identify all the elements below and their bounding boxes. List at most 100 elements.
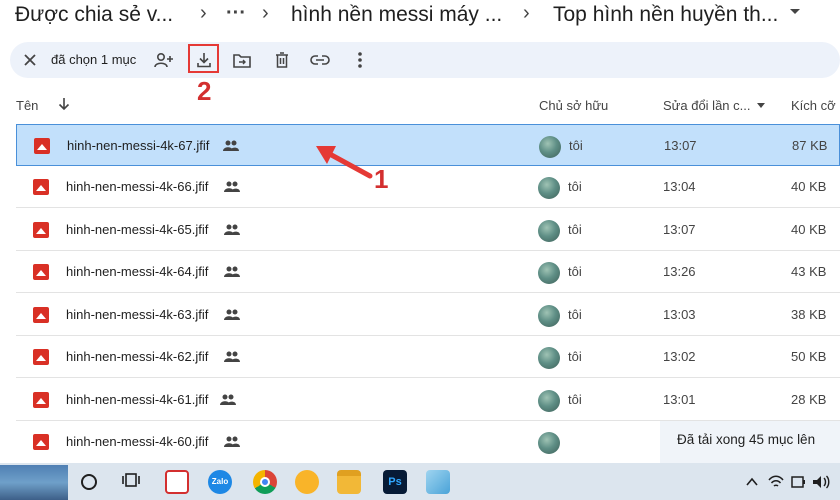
chevron-right-icon: › [523,2,530,24]
modified-dropdown-icon[interactable] [757,103,765,108]
image-file-icon [33,179,49,195]
chrome-icon[interactable] [253,470,277,494]
owner-name: tôi [568,179,582,194]
image-file-icon [34,138,50,154]
chevron-right-icon: › [200,2,207,24]
file-name: hinh-nen-messi-4k-64.jfif [66,264,209,279]
file-name: hinh-nen-messi-4k-62.jfif [66,349,209,364]
shared-icon [220,394,236,405]
photoshop-label: Ps [388,476,402,488]
owner-name: tôi [568,264,582,279]
folder-icon[interactable] [337,470,361,494]
more-breadcrumbs-icon[interactable]: ··· [226,2,246,25]
file-row[interactable]: hinh-nen-messi-4k-67.jfif tôi 13:07 87 K… [16,124,840,166]
annotation-number-1: 1 [374,164,389,194]
app-icon[interactable] [426,470,450,494]
file-name: hinh-nen-messi-4k-65.jfif [66,222,209,237]
selection-count: đã chọn 1 mục [51,52,137,67]
annotation-number-2: 2 [197,76,212,106]
modified-time: 13:04 [663,179,696,194]
zalo-label: Zalo [211,477,229,486]
file-size: 50 KB [791,349,827,364]
owner-avatar [538,305,560,327]
delete-button[interactable] [268,46,296,74]
battery-icon[interactable] [790,474,806,490]
more-vert-icon [358,52,362,68]
zalo-icon[interactable]: Zalo [208,470,232,494]
image-file-icon [33,434,49,450]
app-icon[interactable] [295,470,319,494]
image-file-icon [33,264,49,280]
link-icon [310,55,330,65]
folder-menu-dropdown-icon[interactable] [790,9,800,14]
more-actions-button[interactable] [346,46,374,74]
file-row[interactable]: hinh-nen-messi-4k-65.jfif tôi 13:07 40 K… [16,209,840,251]
breadcrumb-item-shared[interactable]: Được chia sẻ v... [15,3,173,27]
file-name: hinh-nen-messi-4k-61.jfif [66,392,209,407]
file-name: hinh-nen-messi-4k-66.jfif [66,179,209,194]
file-row[interactable]: hinh-nen-messi-4k-62.jfif tôi 13:02 50 K… [16,336,840,378]
column-header-size[interactable]: Kích cỡ [791,98,836,113]
share-button[interactable] [150,46,178,74]
app-icon[interactable] [165,470,189,494]
modified-time: 13:03 [663,307,696,322]
column-header-owner[interactable]: Chủ sở hữu [539,98,608,113]
modified-time: 13:26 [663,264,696,279]
owner-avatar [539,136,561,158]
desktop-thumbnail[interactable] [0,465,68,500]
owner-avatar [538,220,560,242]
search-icon[interactable] [81,474,97,490]
chevron-right-icon: › [262,2,269,24]
shared-icon [224,266,240,277]
breadcrumb-item-folder[interactable]: hình nền messi máy ... [291,3,502,27]
owner-name: tôi [568,392,582,407]
owner-avatar [538,432,560,454]
shared-icon [223,140,239,151]
close-icon [24,54,36,66]
volume-icon[interactable] [812,474,830,490]
owner-avatar [538,262,560,284]
shared-icon [224,224,240,235]
file-name: hinh-nen-messi-4k-67.jfif [67,138,210,153]
annotation-arrow [316,146,373,179]
toast-message: Đã tải xong 45 mục lên [677,432,816,447]
clear-selection-button[interactable] [16,46,44,74]
file-row[interactable]: hinh-nen-messi-4k-61.jfif tôi 13:01 28 K… [16,379,840,421]
shared-icon [224,309,240,320]
trash-icon [276,52,288,68]
file-name: hinh-nen-messi-4k-60.jfif [66,434,209,449]
modified-time: 13:07 [663,222,696,237]
chevron-up-icon[interactable] [745,476,759,488]
file-size: 87 KB [792,138,828,153]
file-name: hinh-nen-messi-4k-63.jfif [66,307,209,322]
move-button[interactable] [228,46,256,74]
wifi-icon[interactable] [768,474,784,490]
owner-avatar [538,390,560,412]
file-size: 38 KB [791,307,827,322]
download-highlight-box [188,44,219,73]
owner-name: tôi [569,138,583,153]
file-row[interactable]: hinh-nen-messi-4k-64.jfif tôi 13:26 43 K… [16,251,840,293]
file-size: 28 KB [791,392,827,407]
add-person-icon [154,52,173,68]
task-view-icon[interactable] [122,472,140,490]
image-file-icon [33,392,49,408]
breadcrumb-current-folder[interactable]: Top hình nền huyền th... [553,3,778,27]
shared-icon [224,181,240,192]
owner-name: tôi [568,222,582,237]
modified-time: 13:07 [664,138,697,153]
shared-icon [224,351,240,362]
column-header-modified[interactable]: Sửa đổi lần c... [663,98,750,113]
move-folder-icon [233,53,251,68]
sort-arrow-down-icon[interactable] [58,97,70,111]
owner-name: tôi [568,307,582,322]
file-size: 40 KB [791,222,827,237]
file-row[interactable]: hinh-nen-messi-4k-66.jfif tôi 13:04 40 K… [16,166,840,208]
owner-name: tôi [568,349,582,364]
column-header-name[interactable]: Tên [16,98,38,113]
copy-link-button[interactable] [306,46,334,74]
file-size: 43 KB [791,264,827,279]
image-file-icon [33,307,49,323]
file-row[interactable]: hinh-nen-messi-4k-63.jfif tôi 13:03 38 K… [16,294,840,336]
photoshop-icon[interactable]: Ps [383,470,407,494]
